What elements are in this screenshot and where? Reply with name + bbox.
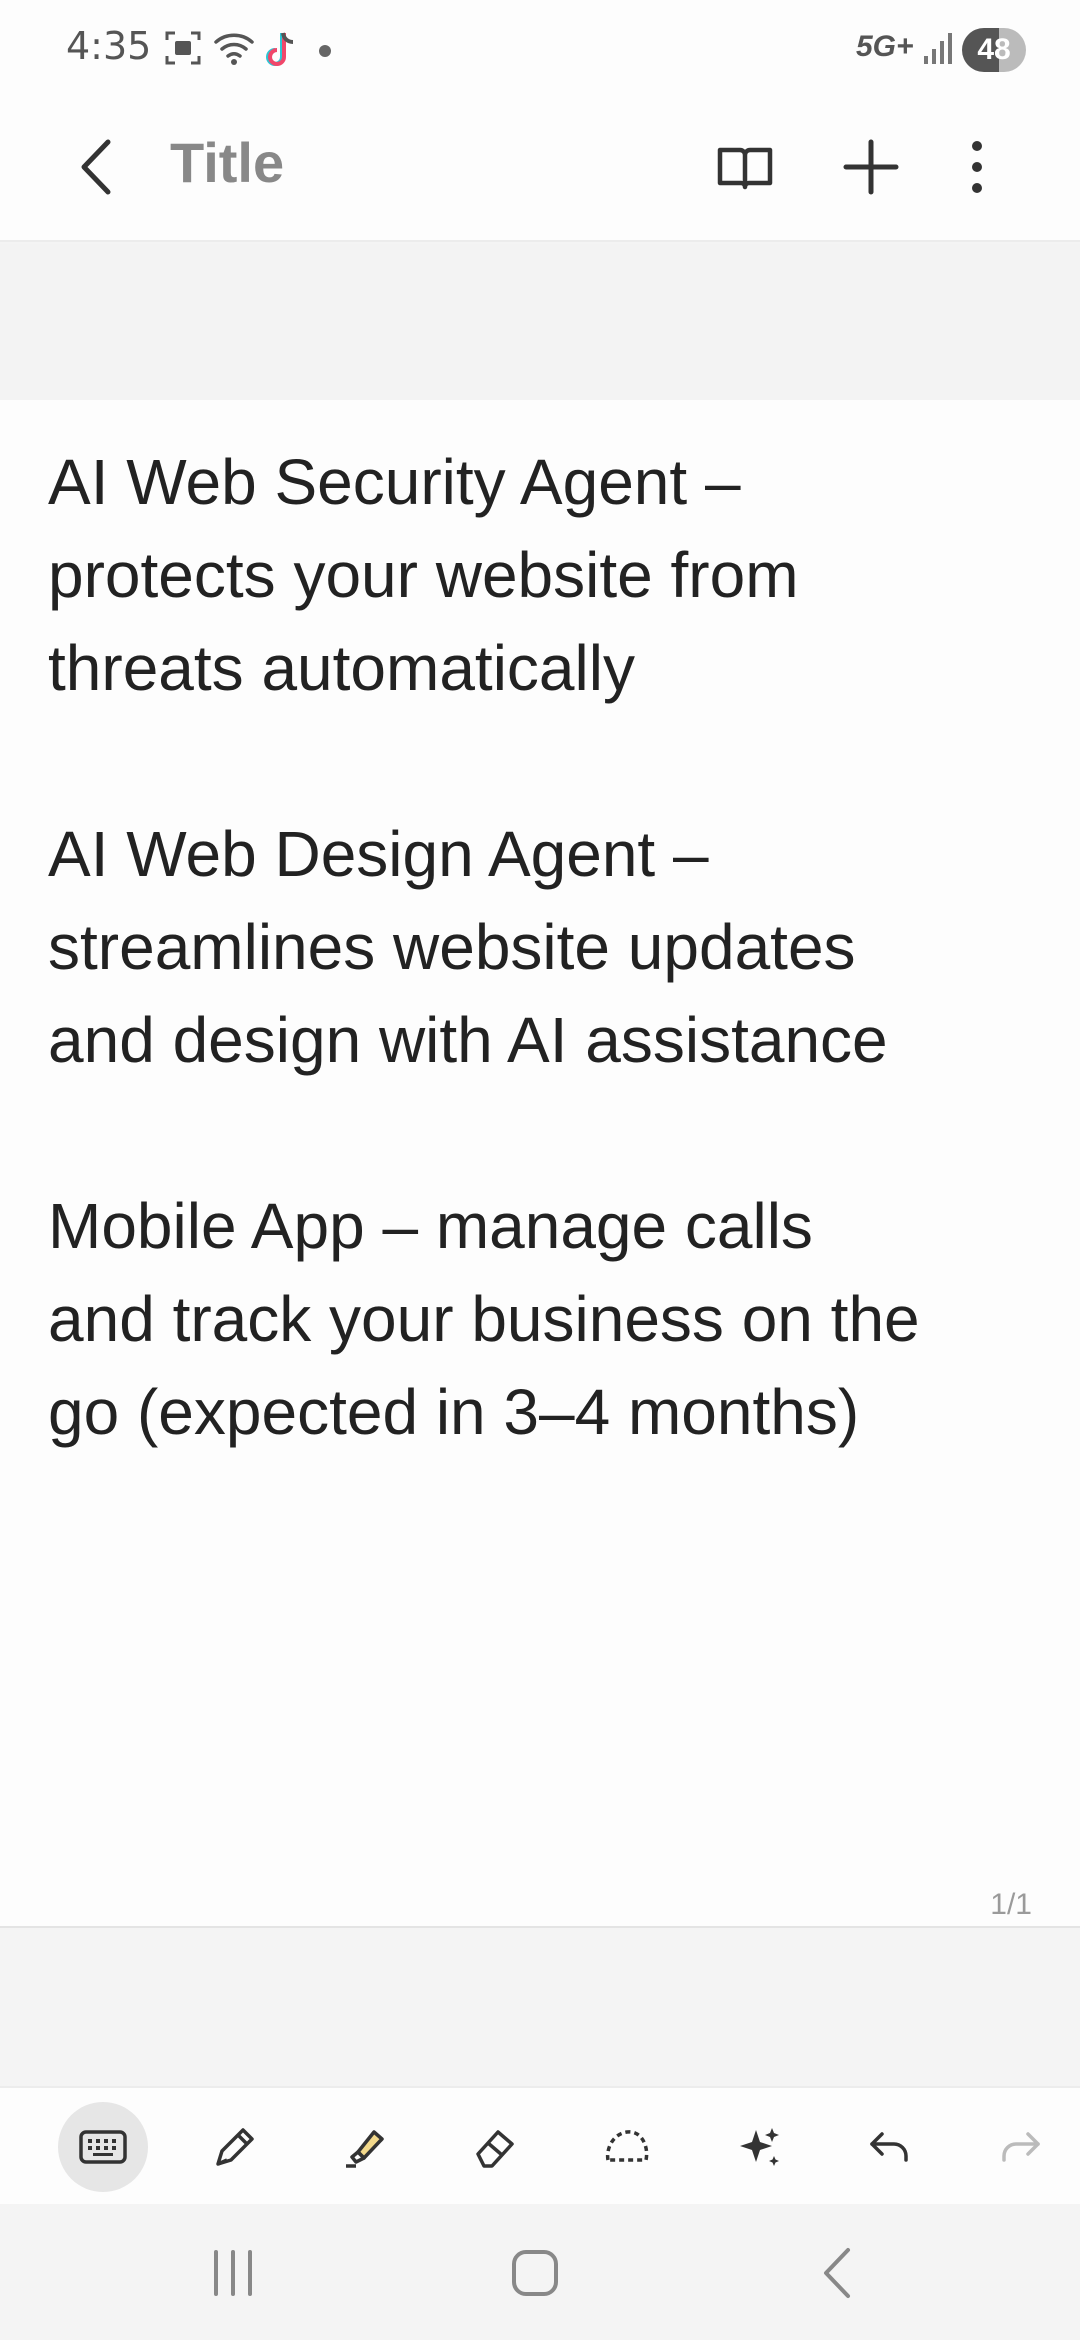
plus-icon[interactable] [836,132,906,202]
status-time: 4:35 [66,24,152,68]
eraser-icon[interactable] [450,2102,540,2192]
drawing-toolbar [0,2086,1080,2204]
note-body[interactable]: AI Web Security Agent – protects your we… [48,436,1058,1459]
back-arrow-icon[interactable] [70,132,130,202]
page-indicator: 1/1 [990,1888,1032,1921]
screen: 4:35 5G+ 48 Title AI Web Security Agent … [0,0,1080,2340]
redo-icon[interactable] [976,2102,1066,2192]
lasso-icon[interactable] [582,2102,672,2192]
wifi-icon [214,30,254,71]
top-band [0,244,1080,400]
status-bar: 4:35 5G+ 48 [0,0,1080,100]
book-view-icon[interactable] [710,132,780,202]
tiktok-icon [262,30,296,75]
more-vert-icon[interactable] [942,132,1012,202]
keyboard-icon[interactable] [58,2102,148,2192]
recents-icon[interactable] [198,2238,268,2308]
highlighter-icon[interactable] [320,2102,410,2192]
home-icon[interactable] [500,2238,570,2308]
back-icon[interactable] [804,2238,874,2308]
undo-icon[interactable] [844,2102,934,2192]
screenshot-icon [164,30,202,71]
notification-dot-icon [318,44,332,63]
note-page[interactable]: AI Web Security Agent – protects your we… [0,400,1080,1928]
signal-icon [922,30,954,71]
battery-level: 48 [962,28,1026,72]
ai-sparkle-icon[interactable] [714,2102,804,2192]
pen-icon[interactable] [190,2102,280,2192]
network-type: 5G+ [856,30,914,63]
app-bar: Title [0,100,1080,242]
nav-bar [0,2204,1080,2340]
note-title[interactable]: Title [170,130,284,195]
